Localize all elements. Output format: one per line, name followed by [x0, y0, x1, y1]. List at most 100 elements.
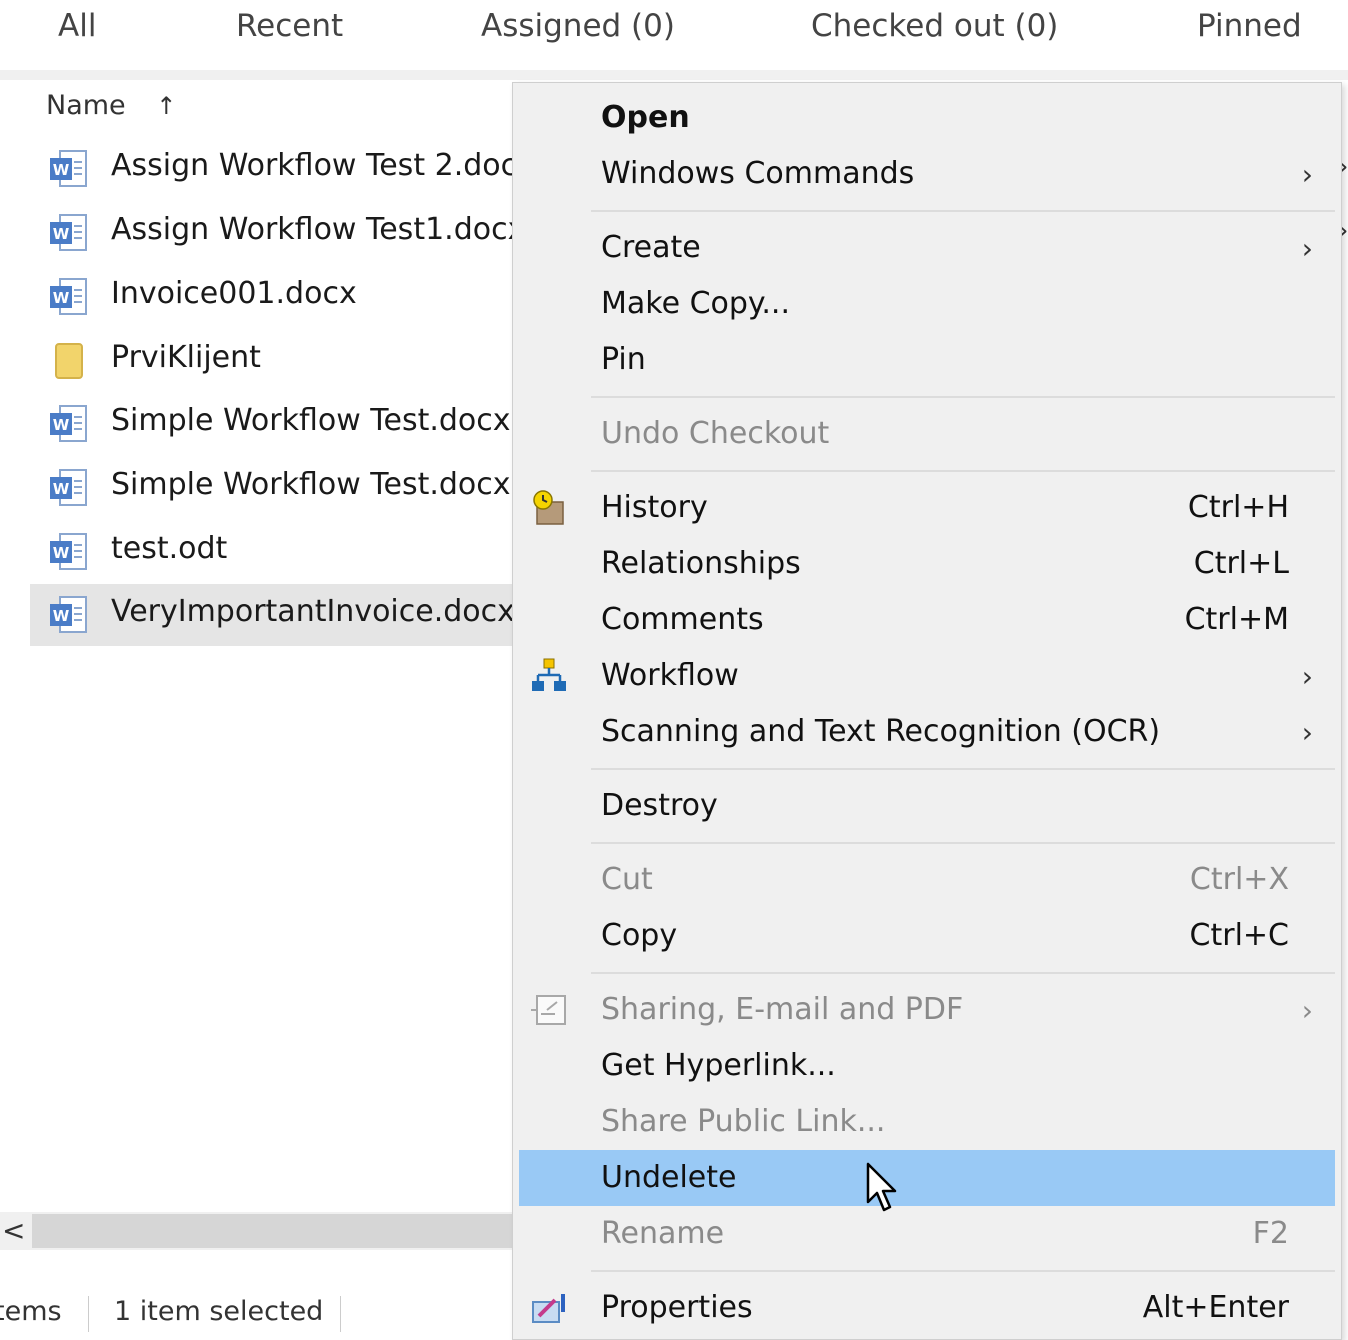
menu-item-label: Pin — [601, 342, 646, 377]
folder-icon — [48, 342, 88, 380]
history-icon — [529, 488, 569, 528]
menu-item-scanning-and-text-recognition-ocr[interactable]: Scanning and Text Recognition (OCR) › — [519, 704, 1335, 760]
file-name: test.odt — [111, 531, 228, 566]
menu-item-comments[interactable]: Comments Ctrl+M — [519, 592, 1335, 648]
tab-assigned[interactable]: Assigned (0) — [481, 8, 675, 44]
tab-checked-out[interactable]: Checked out (0) — [811, 8, 1058, 44]
mouse-pointer-icon — [866, 1162, 897, 1212]
name-column-header[interactable]: Name ↑ — [46, 90, 176, 121]
menu-item-label: Rename — [601, 1216, 725, 1251]
menu-item-label: Sharing, E-mail and PDF — [601, 992, 964, 1027]
menu-separator — [591, 842, 1335, 844]
tabs-divider — [0, 70, 1348, 80]
tab-all[interactable]: All — [58, 8, 96, 44]
svg-text:W: W — [53, 607, 70, 625]
tab-pinned[interactable]: Pinned — [1197, 8, 1302, 44]
submenu-chevron-icon: › — [1301, 660, 1313, 693]
menu-item-label: Share Public Link... — [601, 1104, 886, 1139]
file-row[interactable]: W Simple Workflow Test.docx — [30, 457, 512, 519]
menu-item-create[interactable]: Create › — [519, 220, 1335, 276]
status-divider — [88, 1296, 89, 1332]
svg-text:W: W — [53, 480, 70, 498]
column-header-label: Name — [46, 90, 126, 121]
menu-item-destroy[interactable]: Destroy — [519, 778, 1335, 834]
file-row[interactable]: Wtest.odt — [30, 521, 512, 583]
menu-item-shortcut: Ctrl+X — [1189, 862, 1289, 897]
menu-separator — [591, 470, 1335, 472]
workflow-icon — [529, 656, 569, 696]
menu-item-label: Comments — [601, 602, 764, 637]
menu-item-label: Make Copy... — [601, 286, 790, 321]
menu-item-workflow[interactable]: Workflow › — [519, 648, 1335, 704]
menu-separator — [591, 972, 1335, 974]
menu-separator — [591, 396, 1335, 398]
svg-text:W: W — [53, 161, 70, 179]
svg-text:W: W — [53, 289, 70, 307]
menu-item-sharing-e-mail-and-pdf: Sharing, E-mail and PDF › — [519, 982, 1335, 1038]
word-document-icon: W — [48, 405, 88, 443]
menu-separator — [591, 210, 1335, 212]
menu-item-open[interactable]: Open — [519, 90, 1335, 146]
properties-icon — [529, 1288, 569, 1328]
submenu-chevron-icon: › — [1301, 158, 1313, 191]
word-document-icon: W — [48, 214, 88, 252]
menu-item-shortcut: Ctrl+L — [1193, 546, 1289, 581]
file-name: PrviKlijent — [111, 340, 261, 375]
selection-status: 1 item selected — [114, 1296, 324, 1327]
scroll-left-arrow-icon[interactable]: < — [2, 1214, 25, 1247]
menu-item-label: Undelete — [601, 1160, 737, 1195]
menu-item-shortcut: Ctrl+C — [1189, 918, 1289, 953]
svg-text:W: W — [53, 416, 70, 434]
word-document-icon: W — [48, 278, 88, 316]
file-row[interactable]: W Assign Workflow Test 2.docx — [30, 138, 512, 200]
status-divider — [340, 1296, 341, 1332]
menu-item-label: Relationships — [601, 546, 801, 581]
submenu-chevron-icon: › — [1301, 716, 1313, 749]
submenu-chevron-icon: › — [1301, 994, 1313, 1027]
items-count: tems — [0, 1296, 62, 1327]
horizontal-scrollbar[interactable]: < — [0, 1212, 512, 1250]
word-document-icon: W — [48, 469, 88, 507]
menu-item-label: Get Hyperlink... — [601, 1048, 836, 1083]
menu-item-undelete[interactable]: Undelete — [519, 1150, 1335, 1206]
menu-item-copy[interactable]: Copy Ctrl+C — [519, 908, 1335, 964]
menu-item-label: Properties — [601, 1290, 753, 1325]
menu-item-relationships[interactable]: Relationships Ctrl+L — [519, 536, 1335, 592]
menu-item-pin[interactable]: Pin — [519, 332, 1335, 388]
view-tabs: All Recent Assigned (0) Checked out (0) … — [0, 0, 1348, 70]
menu-item-label: Undo Checkout — [601, 416, 830, 451]
status-bar: tems 1 item selected — [0, 1290, 512, 1338]
file-row[interactable]: W Simple Workflow Test.docx — [30, 393, 512, 455]
menu-item-shortcut: Alt+Enter — [1142, 1290, 1289, 1325]
scrollbar-thumb[interactable] — [32, 1214, 512, 1248]
menu-item-shortcut: F2 — [1252, 1216, 1289, 1251]
file-row[interactable]: W Assign Workflow Test1.docx — [30, 202, 512, 264]
file-name: Simple Workflow Test.docx — [111, 467, 511, 502]
menu-item-label: Cut — [601, 862, 653, 897]
file-row[interactable]: W Invoice001.docx — [30, 266, 512, 328]
menu-item-make-copy[interactable]: Make Copy... — [519, 276, 1335, 332]
word-document-icon: W — [48, 533, 88, 571]
tab-recent[interactable]: Recent — [236, 8, 343, 44]
menu-item-properties[interactable]: Properties Alt+Enter — [519, 1280, 1335, 1336]
menu-item-share-public-link: Share Public Link... — [519, 1094, 1335, 1150]
menu-separator — [591, 1270, 1335, 1272]
sharing-icon — [529, 990, 569, 1030]
file-row[interactable]: PrviKlijent — [30, 330, 512, 392]
svg-text:W: W — [53, 225, 70, 243]
menu-item-rename: Rename F2 — [519, 1206, 1335, 1262]
file-name: Assign Workflow Test 2.docx — [111, 148, 512, 183]
menu-item-windows-commands[interactable]: Windows Commands › — [519, 146, 1335, 202]
menu-item-shortcut: Ctrl+M — [1184, 602, 1289, 637]
menu-item-label: Workflow — [601, 658, 739, 693]
word-document-icon: W — [48, 596, 88, 634]
menu-item-label: Copy — [601, 918, 678, 953]
menu-item-cut: Cut Ctrl+X — [519, 852, 1335, 908]
menu-item-label: Destroy — [601, 788, 718, 823]
menu-item-history[interactable]: History Ctrl+H — [519, 480, 1335, 536]
file-name: Simple Workflow Test.docx — [111, 403, 511, 438]
file-row[interactable]: W VeryImportantInvoice.docx — [30, 584, 512, 646]
file-name: Invoice001.docx — [111, 276, 357, 311]
menu-item-get-hyperlink[interactable]: Get Hyperlink... — [519, 1038, 1335, 1094]
menu-item-label: History — [601, 490, 708, 525]
